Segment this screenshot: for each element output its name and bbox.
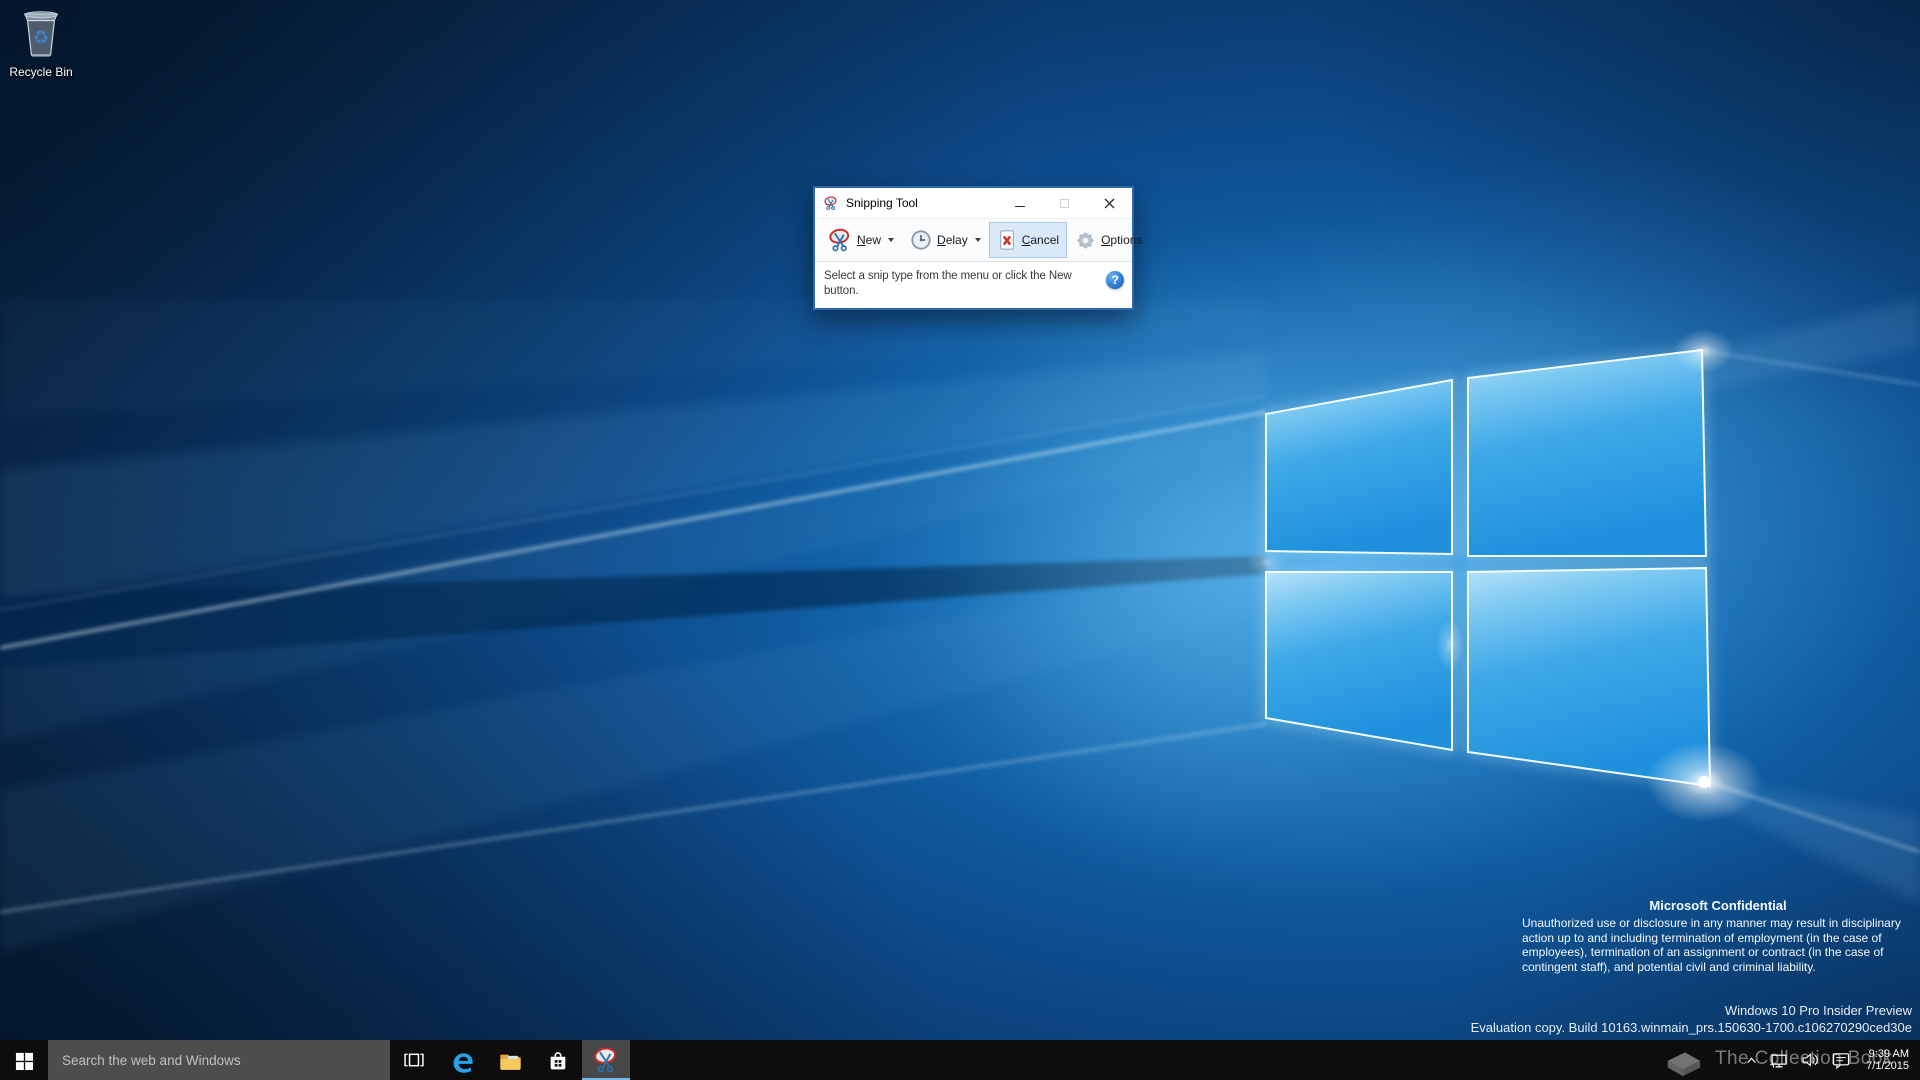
- action-center-button[interactable]: [1829, 1040, 1853, 1080]
- delay-clock-icon: [910, 229, 932, 251]
- recycle-bin-shortcut[interactable]: ♻ Recycle Bin: [2, 8, 80, 79]
- cancel-icon: [997, 229, 1017, 251]
- options-label: Options: [1101, 233, 1142, 247]
- clock-date: 7/1/2015: [1866, 1060, 1909, 1073]
- cancel-label: Cancel: [1022, 233, 1059, 247]
- clock-time: 9:39 AM: [1866, 1048, 1909, 1061]
- taskbar: The Collection Book: [0, 1040, 1920, 1080]
- build-watermark: Windows 10 Pro Insider Preview Evaluatio…: [1471, 1002, 1912, 1036]
- store-icon: [545, 1047, 571, 1073]
- cancel-button[interactable]: Cancel: [989, 222, 1067, 258]
- snipping-tool-icon: [823, 195, 839, 211]
- recycle-bin-icon: ♻: [18, 45, 64, 62]
- new-snip-button[interactable]: New: [820, 222, 902, 258]
- chevron-down-icon: [888, 238, 894, 242]
- taskbar-clock[interactable]: 9:39 AM 7/1/2015: [1862, 1048, 1913, 1073]
- edition-watermark: Windows 10 Pro Insider Preview: [1471, 1002, 1912, 1019]
- snipping-tool-window: Snipping Tool New Delay: [813, 186, 1134, 310]
- chevron-up-icon: [1745, 1054, 1758, 1067]
- window-title: Snipping Tool: [846, 196, 997, 210]
- taskbar-search: [48, 1040, 390, 1080]
- recycle-bin-label: Recycle Bin: [2, 65, 80, 79]
- maximize-icon: [1060, 199, 1069, 208]
- help-icon[interactable]: ?: [1106, 271, 1124, 289]
- confidential-title: Microsoft Confidential: [1522, 898, 1914, 913]
- delay-label: Delay: [937, 233, 968, 247]
- task-view-icon: [401, 1047, 427, 1073]
- status-text: Select a snip type from the menu or clic…: [824, 269, 1106, 298]
- snipping-tool-taskbar-icon: [592, 1046, 620, 1074]
- tray-expand-button[interactable]: [1742, 1040, 1760, 1080]
- close-button[interactable]: [1087, 188, 1132, 218]
- new-snip-label: New: [857, 233, 881, 247]
- volume-icon: [1799, 1049, 1821, 1071]
- task-view-button[interactable]: [390, 1040, 438, 1080]
- svg-text:♻: ♻: [33, 28, 49, 49]
- action-center-icon: [1830, 1049, 1852, 1071]
- close-icon: [1104, 198, 1115, 209]
- delay-button[interactable]: Delay: [902, 222, 989, 258]
- system-tray: 9:39 AM 7/1/2015: [1742, 1040, 1920, 1080]
- confidential-notice: Microsoft Confidential Unauthorized use …: [1522, 898, 1914, 974]
- evaluation-watermark: Evaluation copy. Build 10163.winmain_prs…: [1471, 1019, 1912, 1036]
- volume-button[interactable]: [1798, 1040, 1822, 1080]
- options-gear-icon: [1075, 230, 1096, 251]
- start-button[interactable]: [0, 1040, 48, 1080]
- titlebar[interactable]: Snipping Tool: [815, 188, 1132, 218]
- network-icon: [1768, 1049, 1790, 1071]
- file-explorer-icon: [497, 1047, 524, 1074]
- search-input[interactable]: [48, 1040, 390, 1080]
- file-explorer-button[interactable]: [486, 1040, 534, 1080]
- status-area: Select a snip type from the menu or clic…: [815, 262, 1132, 308]
- toolbar: New Delay Cancel: [815, 218, 1132, 262]
- store-button[interactable]: [534, 1040, 582, 1080]
- edge-taskbar-button[interactable]: [438, 1040, 486, 1080]
- windows-logo-icon: [15, 1051, 34, 1070]
- maximize-button[interactable]: [1042, 188, 1087, 218]
- minimize-icon: [1015, 206, 1025, 207]
- edge-icon: [449, 1047, 476, 1074]
- network-status-button[interactable]: [1767, 1040, 1791, 1080]
- chevron-down-icon: [975, 238, 981, 242]
- options-button[interactable]: Options: [1067, 222, 1150, 258]
- book-icon: [1658, 1038, 1708, 1080]
- new-snip-icon: [828, 228, 852, 252]
- minimize-button[interactable]: [997, 188, 1042, 218]
- snipping-tool-taskbar-button[interactable]: [582, 1040, 630, 1080]
